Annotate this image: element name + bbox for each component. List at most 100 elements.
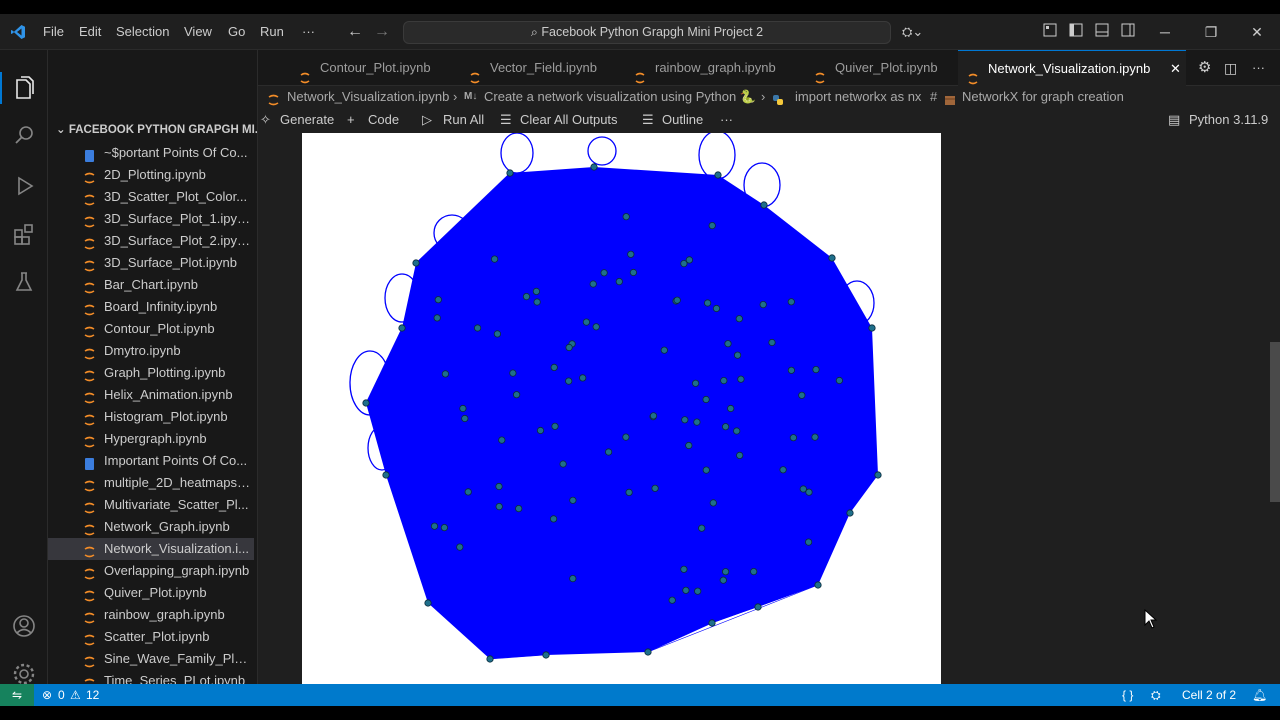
split-editor-icon[interactable]: ◫ [1224, 50, 1237, 86]
file-item[interactable]: rainbow_graph.ipynb [48, 604, 254, 626]
file-item[interactable]: Time_Series_PLot.ipynb [48, 670, 254, 684]
generate-button[interactable]: Generate [280, 108, 334, 132]
kernel-picker[interactable]: Python 3.11.9 [1189, 108, 1268, 132]
graph-node [649, 412, 658, 420]
error-icon[interactable]: ⊗ [42, 684, 52, 706]
menu-run[interactable]: Run [260, 14, 284, 50]
graph-node [708, 222, 716, 230]
back-arrow-icon[interactable]: ← [347, 14, 363, 50]
network-graph [349, 133, 882, 663]
toggle-primary-sidebar-icon[interactable] [1066, 22, 1086, 42]
account-icon[interactable] [8, 610, 40, 642]
graph-node [629, 268, 637, 277]
tab-quiver_plot-ipynb[interactable]: Quiver_Plot.ipynb [805, 50, 965, 86]
warning-count[interactable]: 12 [86, 684, 99, 706]
extensions-icon[interactable] [8, 218, 40, 250]
search-sidebar-icon[interactable] [8, 120, 40, 152]
cell-position[interactable]: Cell 2 of 2 [1182, 684, 1236, 706]
graph-node [720, 377, 728, 385]
tab-label: Quiver_Plot.ipynb [835, 60, 938, 75]
network-plot-output [302, 133, 941, 684]
menu-file[interactable]: File [43, 14, 64, 50]
file-item[interactable]: Overlapping_graph.ipynb [48, 560, 254, 582]
file-item[interactable]: Sine_Wave_Family_Plot... [48, 648, 254, 670]
more-actions-button[interactable]: ··· [720, 108, 733, 132]
menu-selection[interactable]: Selection [116, 14, 169, 50]
file-item[interactable]: Board_Infinity.ipynb [48, 296, 254, 318]
file-item[interactable]: Graph_Plotting.ipynb [48, 362, 254, 384]
file-item[interactable]: Important Points Of Co... [48, 450, 254, 472]
explorer-folder-header[interactable]: ⌄ FACEBOOK PYTHON GRAPGH MI... [48, 119, 257, 141]
graph-node [592, 323, 600, 331]
file-item[interactable]: 3D_Surface_Plot.ipynb [48, 252, 254, 274]
restore-icon[interactable]: ❐ [1201, 22, 1221, 42]
file-item[interactable]: Bar_Chart.ipynb [48, 274, 254, 296]
explorer-icon[interactable] [8, 72, 40, 104]
copilot-icon[interactable]: ⛭⌄ [902, 14, 923, 50]
editor-tabs: Contour_Plot.ipynb Vector_Field.ipynb rain… [258, 50, 1280, 86]
customize-layout-icon[interactable] [1040, 22, 1060, 42]
file-item[interactable]: 3D_Scatter_Plot_Color... [48, 186, 254, 208]
graph-node [721, 423, 730, 431]
testing-flask-icon[interactable] [8, 266, 40, 298]
file-item[interactable]: Helix_Animation.ipynb [48, 384, 254, 406]
file-item[interactable]: 2D_Plotting.ipynb [48, 164, 254, 186]
tab-contour_plot-ipynb[interactable]: Contour_Plot.ipynb [290, 50, 450, 86]
menu-edit[interactable]: Edit [79, 14, 101, 50]
close-tab-icon[interactable]: ✕ [1170, 51, 1181, 87]
more-actions-icon[interactable]: ··· [1252, 50, 1265, 86]
bell-icon[interactable]: 🔔︎ [1252, 684, 1267, 706]
graph-node [559, 460, 567, 468]
file-item[interactable]: Dmytro.ipynb [48, 340, 254, 362]
breadcrumb-cell[interactable]: Create a network visualization using Pyt… [484, 86, 756, 108]
file-item[interactable]: Scatter_Plot.ipynb [48, 626, 254, 648]
graph-node [579, 374, 587, 382]
settings-gear-icon[interactable]: ⚙ [1198, 50, 1211, 86]
file-item[interactable]: 3D_Surface_Plot_1.ipynb [48, 208, 254, 230]
breadcrumb-code[interactable]: import networkx as nx [795, 86, 921, 108]
breadcrumb-file[interactable]: Network_Visualization.ipynb [287, 86, 449, 108]
forward-arrow-icon[interactable]: → [374, 14, 390, 50]
outline-button[interactable]: Outline [662, 108, 703, 132]
tab-vector_field-ipynb[interactable]: Vector_Field.ipynb [460, 50, 620, 86]
file-item[interactable]: Network_Visualization.i... [48, 538, 254, 560]
copilot-status-icon[interactable]: ⛭ [1151, 684, 1161, 706]
file-item[interactable]: Network_Graph.ipynb [48, 516, 254, 538]
file-item[interactable]: Quiver_Plot.ipynb [48, 582, 254, 604]
file-item[interactable]: ~$portant Points Of Co... [48, 142, 254, 164]
graph-node [673, 296, 681, 304]
file-item[interactable]: Hypergraph.ipynb [48, 428, 254, 450]
graph-node [433, 314, 441, 322]
braces-icon[interactable]: { } [1122, 684, 1133, 706]
warning-icon[interactable]: ⚠ [70, 684, 81, 706]
minimize-icon[interactable]: ─ [1155, 22, 1175, 42]
add-code-button[interactable]: Code [368, 108, 399, 132]
toggle-secondary-sidebar-icon[interactable] [1118, 22, 1138, 42]
notebook-icon [84, 609, 95, 624]
breadcrumb: Network_Visualization.ipynb › M↓ Create … [258, 86, 1280, 108]
tab-network_visualization-ipynb[interactable]: Network_Visualization.ipynb ✕ [958, 50, 1186, 86]
remote-icon[interactable]: ⇋ [0, 684, 34, 706]
menu-view[interactable]: View [184, 14, 212, 50]
graph-node [789, 434, 797, 442]
file-item[interactable]: Contour_Plot.ipynb [48, 318, 254, 340]
file-item[interactable]: Histogram_Plot.ipynb [48, 406, 254, 428]
command-center-search[interactable]: ⌕ Facebook Python Grapgh Mini Project 2 [403, 21, 891, 44]
close-window-icon[interactable]: ✕ [1247, 22, 1267, 42]
run-all-button[interactable]: Run All [443, 108, 484, 132]
graph-node [459, 404, 467, 413]
menu-go[interactable]: Go [228, 14, 245, 50]
menu-more[interactable]: ··· [302, 14, 315, 50]
tab-rainbow_graph-ipynb[interactable]: rainbow_graph.ipynb [625, 50, 785, 86]
file-item[interactable]: 3D_Surface_Plot_2.ipynb [48, 230, 254, 252]
file-label: Overlapping_graph.ipynb [104, 563, 250, 578]
clear-all-outputs-button[interactable]: Clear All Outputs [520, 108, 618, 132]
file-item[interactable]: multiple_2D_heatmaps.... [48, 472, 254, 494]
graph-node [693, 418, 701, 426]
vertical-scrollbar[interactable] [1270, 342, 1280, 502]
breadcrumb-comment[interactable]: NetworkX for graph creation [962, 86, 1124, 108]
toggle-panel-icon[interactable] [1092, 22, 1112, 42]
error-count[interactable]: 0 [58, 684, 65, 706]
run-debug-icon[interactable] [8, 170, 40, 202]
file-item[interactable]: Multivariate_Scatter_Pl... [48, 494, 254, 516]
